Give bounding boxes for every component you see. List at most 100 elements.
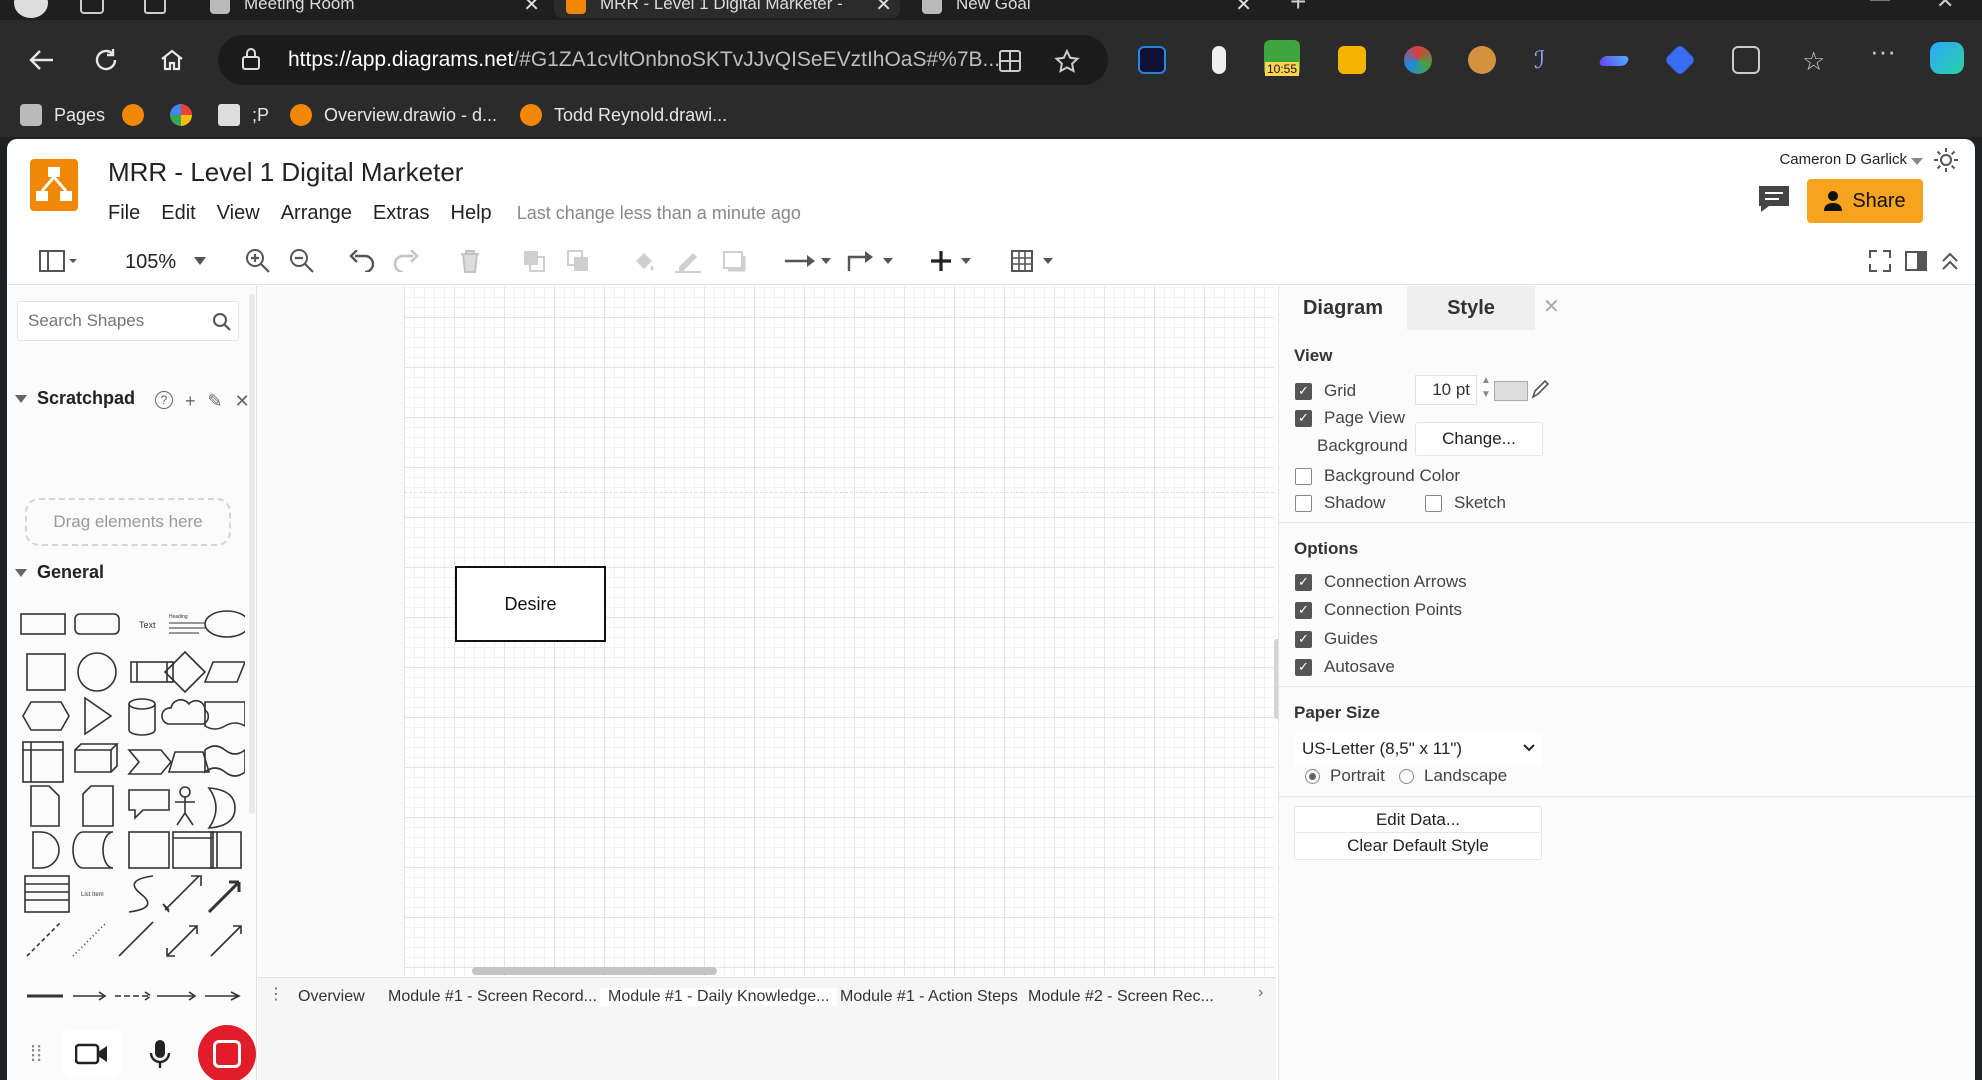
tab-style[interactable]: Style [1407,286,1535,330]
next-page-chevron-icon[interactable]: › [1258,984,1263,1002]
extension-info-icon[interactable] [1212,46,1226,74]
bookmark-pages[interactable]: Pages [20,101,105,129]
scratchpad-dropzone[interactable]: Drag elements here [25,498,231,546]
back-icon[interactable] [20,38,64,82]
grid-checkbox[interactable]: ✓ Grid [1295,381,1356,401]
page-view-checkbox[interactable]: ✓ Page View [1295,408,1405,428]
connector-dashed-arrow-shape[interactable] [115,991,153,1001]
favorites-icon[interactable]: ☆ [1802,46,1830,76]
copilot-icon[interactable] [1930,42,1964,74]
curve-shape[interactable] [128,875,154,913]
edit-pencil-icon[interactable]: ✎ [208,391,223,412]
ellipse-shape[interactable] [204,610,245,638]
page-tab-module-1-screen-record[interactable]: Module #1 - Screen Record... [388,988,597,1006]
to-front-icon[interactable] [519,247,549,275]
portrait-radio[interactable]: Portrait [1305,766,1385,786]
step-shape[interactable] [127,749,173,775]
actor-shape[interactable] [175,786,195,826]
camera-button[interactable] [62,1029,123,1078]
hexagon-shape[interactable] [22,701,70,731]
textbox-shape[interactable]: Heading [169,614,205,634]
menu-arrange[interactable]: Arrange [281,202,352,225]
zoom-in-icon[interactable] [243,247,273,275]
pages-menu-icon[interactable]: ⋮ [268,984,284,1004]
guides-checkbox[interactable]: ✓ Guides [1295,629,1378,649]
vertical-container-shape[interactable] [210,831,242,869]
extensions-puzzle-icon[interactable] [1732,46,1760,74]
shapes-scrollbar[interactable] [249,294,255,814]
share-button[interactable]: Share [1807,179,1923,223]
bookmark-google[interactable] [170,101,204,129]
close-window-icon[interactable]: ✕ [1936,0,1954,14]
dotted-line-shape[interactable] [72,921,108,957]
line-color-icon[interactable] [673,247,703,275]
connection-arrows-checkbox[interactable]: ✓ Connection Arrows [1295,572,1467,592]
extension-script-icon[interactable]: ℐ [1534,46,1562,74]
grid-size-input[interactable]: 10 pt [1415,375,1477,405]
bookmark-overview[interactable]: Overview.drawio - d... [290,101,497,129]
page-tab-module-1-action-steps[interactable]: Module #1 - Action Steps [840,988,1018,1006]
workspaces-icon[interactable] [80,0,104,14]
page-tab-module-1-daily-knowledge[interactable]: Module #1 - Daily Knowledge... [600,988,838,1006]
to-back-icon[interactable] [563,247,593,275]
extension-pen-icon[interactable] [1598,56,1630,66]
more-options-icon[interactable]: ··· [1870,38,1898,74]
tab-diagram[interactable]: Diagram [1279,286,1407,330]
new-tab-icon[interactable]: + [1290,0,1306,18]
scratchpad-header[interactable]: Scratchpad [15,388,135,409]
card-shape[interactable] [82,785,114,827]
chevron-down-icon[interactable] [1911,158,1923,165]
frame-shape[interactable] [172,831,214,869]
tape-shape[interactable] [204,745,245,777]
tab-meeting-room[interactable]: Meeting Room ✕ [210,0,540,18]
edit-pencil-icon[interactable] [1531,379,1549,399]
user-name[interactable]: Cameron D Garlick [1779,151,1907,168]
fullscreen-icon[interactable] [1867,247,1893,275]
process-shape[interactable] [130,661,174,683]
bookmark-p[interactable]: ;P [218,101,269,129]
menu-help[interactable]: Help [451,202,492,225]
shadow-checkbox[interactable]: Shadow [1295,493,1385,513]
rectangle-shape[interactable] [20,613,66,635]
radio-unselected[interactable] [1399,768,1414,784]
insert-plus-icon[interactable] [927,247,977,275]
text-shape[interactable]: Text [139,620,156,630]
general-header[interactable]: General [15,562,104,583]
drag-handle-icon[interactable]: ⁞⁞ [30,1041,42,1067]
connection-points-checkbox[interactable]: ✓ Connection Points [1295,600,1462,620]
extension-grid-icon[interactable] [1338,46,1366,74]
checkbox-checked[interactable]: ✓ [1295,601,1312,619]
menu-edit[interactable]: Edit [161,202,195,225]
checkbox-checked[interactable]: ✓ [1295,658,1312,676]
checkbox-checked[interactable]: ✓ [1295,573,1312,591]
internal-storage-shape[interactable] [22,741,64,783]
checkbox-unchecked[interactable] [1295,494,1312,512]
checkbox-checked[interactable]: ✓ [1295,630,1312,648]
close-icon[interactable]: ✕ [875,0,892,17]
dashed-line-shape[interactable] [26,921,62,957]
landscape-radio[interactable]: Landscape [1399,766,1507,786]
home-icon[interactable] [150,38,194,82]
redo-icon[interactable] [391,247,421,275]
checkbox-checked[interactable]: ✓ [1295,409,1312,427]
undo-icon[interactable] [347,247,377,275]
extension-timer-icon[interactable]: 10:55 [1264,40,1300,76]
callout-shape[interactable] [128,789,170,820]
connector-arrow-shape[interactable] [73,991,107,1001]
grid-size-stepper[interactable]: ▲ ▼ [1479,374,1493,406]
bookmark-drawio[interactable] [122,101,156,129]
zoom-out-icon[interactable] [287,247,317,275]
connection-style-icon[interactable] [783,247,833,275]
microphone-button[interactable] [140,1030,180,1078]
add-icon[interactable]: + [185,391,196,412]
lock-icon[interactable] [240,47,262,71]
connector-solid-arrow-shape[interactable] [205,991,241,1001]
close-icon[interactable]: ✕ [1235,0,1252,17]
line-shape[interactable] [118,921,154,957]
checkbox-unchecked[interactable] [1295,467,1312,485]
list-item-shape[interactable]: List Item [81,892,104,898]
bidirectional-arrow-shape[interactable] [162,875,202,913]
table-icon[interactable] [1009,247,1059,275]
extension-color-icon[interactable] [1404,46,1432,74]
app-install-icon[interactable] [998,49,1024,73]
